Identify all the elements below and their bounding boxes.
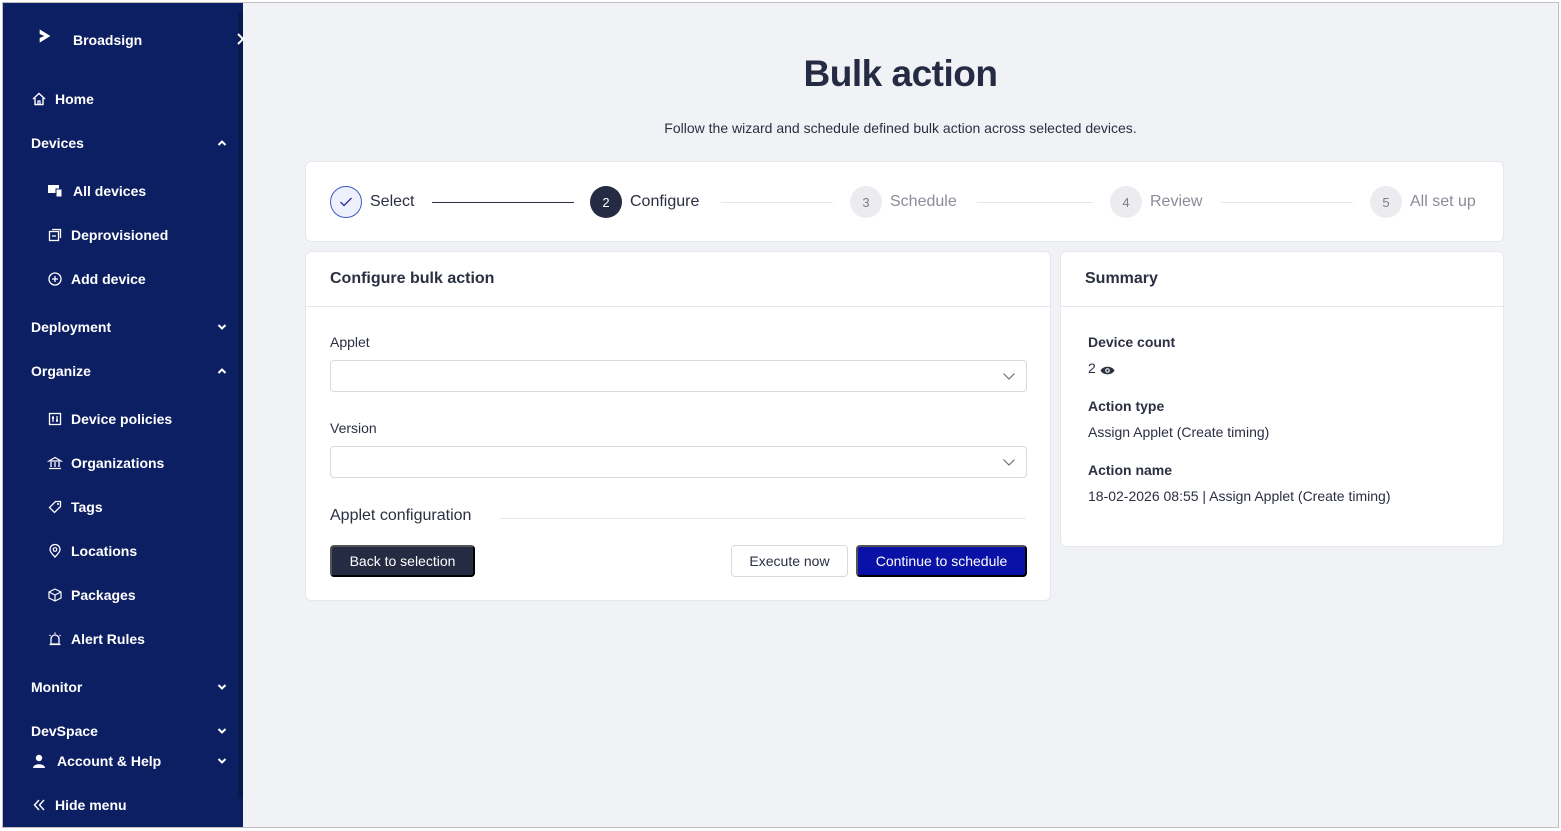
applet-label: Applet bbox=[330, 334, 370, 350]
app-window: Broadsign Home Devices All devices Depro… bbox=[2, 2, 1559, 828]
step-label: Schedule bbox=[890, 193, 957, 210]
applet-configuration-heading: Applet configuration bbox=[330, 507, 472, 524]
sidebar-item-label: Organizations bbox=[71, 455, 165, 471]
chevron-down-icon bbox=[217, 320, 227, 334]
alarm-icon bbox=[47, 631, 63, 647]
summary-card-title: Summary bbox=[1061, 252, 1503, 307]
step-number: 5 bbox=[1370, 186, 1402, 218]
applet-select[interactable] bbox=[330, 360, 1027, 392]
deprovisioned-icon bbox=[47, 227, 63, 243]
chevron-down-icon bbox=[1002, 369, 1016, 383]
chevron-down-icon bbox=[217, 680, 227, 694]
back-to-selection-button[interactable]: Back to selection bbox=[330, 545, 475, 577]
sidebar-group-account-help[interactable]: Account & Help bbox=[31, 751, 263, 771]
sidebar-group-label: DevSpace bbox=[31, 723, 98, 739]
sidebar-item-label: Packages bbox=[71, 587, 136, 603]
step-select[interactable]: Select bbox=[330, 186, 414, 218]
chevron-down-icon bbox=[217, 754, 227, 768]
page-title: Bulk action bbox=[803, 53, 998, 94]
step-connector bbox=[432, 202, 574, 203]
device-count-row: 2 bbox=[1088, 360, 1115, 376]
package-icon bbox=[47, 587, 63, 603]
action-type-value: Assign Applet (Create timing) bbox=[1088, 424, 1270, 440]
sidebar-group-deployment[interactable]: Deployment bbox=[31, 317, 263, 337]
step-configure[interactable]: 2 Configure bbox=[590, 186, 699, 218]
step-connector bbox=[1221, 202, 1353, 203]
sidebar-group-label: Monitor bbox=[31, 679, 83, 695]
action-name-value: 18-02-2026 08:55 | Assign Applet (Create… bbox=[1088, 488, 1391, 504]
step-number: 2 bbox=[590, 186, 622, 218]
execute-now-button[interactable]: Execute now bbox=[731, 545, 848, 577]
sidebar-item-label: Add device bbox=[71, 271, 146, 287]
step-all-set-up[interactable]: 5 All set up bbox=[1370, 186, 1476, 218]
chevron-down-icon bbox=[217, 724, 227, 738]
tag-icon bbox=[47, 499, 63, 515]
wizard-stepper: Select 2 Configure 3 Schedule 4 Review 5… bbox=[305, 161, 1504, 242]
chevron-up-icon bbox=[217, 364, 227, 378]
continue-to-schedule-button[interactable]: Continue to schedule bbox=[856, 545, 1027, 577]
sidebar-item-label: Alert Rules bbox=[71, 631, 145, 647]
sidebar-item-label: Deprovisioned bbox=[71, 227, 169, 243]
main-content: Bulk action Follow the wizard and schedu… bbox=[243, 3, 1558, 827]
device-count-label: Device count bbox=[1088, 334, 1176, 350]
summary-card: Summary Device count 2 Action type Assig… bbox=[1060, 251, 1504, 547]
step-connector bbox=[977, 202, 1093, 203]
step-number: 3 bbox=[850, 186, 882, 218]
sidebar-group-monitor[interactable]: Monitor bbox=[31, 677, 263, 697]
double-chevron-left-icon bbox=[31, 797, 47, 813]
sidebar-item-home[interactable]: Home bbox=[31, 89, 263, 109]
action-type-label: Action type bbox=[1088, 398, 1165, 414]
device-count-value: 2 bbox=[1088, 360, 1096, 376]
policy-icon bbox=[47, 411, 63, 427]
brand-name: Broadsign bbox=[73, 32, 143, 48]
step-label: Configure bbox=[630, 193, 700, 210]
step-label: All set up bbox=[1410, 193, 1476, 210]
building-icon bbox=[47, 455, 63, 471]
sidebar-item-label: Device policies bbox=[71, 411, 173, 427]
step-schedule[interactable]: 3 Schedule bbox=[850, 186, 957, 218]
chevron-up-icon bbox=[217, 136, 227, 150]
user-icon bbox=[31, 753, 47, 769]
sidebar-item-label: Locations bbox=[71, 543, 138, 559]
sidebar-group-devices[interactable]: Devices bbox=[31, 133, 263, 153]
sidebar-item-label: All devices bbox=[73, 183, 147, 199]
step-review[interactable]: 4 Review bbox=[1110, 186, 1202, 218]
location-pin-icon bbox=[47, 543, 63, 559]
brand-switcher[interactable]: Broadsign bbox=[37, 27, 269, 53]
action-name-label: Action name bbox=[1088, 462, 1173, 478]
devices-icon bbox=[47, 183, 63, 199]
sidebar-group-label: Deployment bbox=[31, 319, 112, 335]
sidebar-group-devspace[interactable]: DevSpace bbox=[31, 721, 263, 741]
hide-menu-button[interactable]: Hide menu bbox=[31, 795, 263, 815]
broadsign-logo-icon bbox=[37, 28, 59, 52]
plus-circle-icon bbox=[47, 271, 63, 287]
sidebar-item-label: Home bbox=[55, 91, 94, 107]
page-subtitle: Follow the wizard and schedule defined b… bbox=[664, 120, 1137, 136]
eye-icon[interactable] bbox=[1100, 363, 1115, 374]
configure-card-title: Configure bulk action bbox=[306, 252, 1050, 307]
sidebar-group-label: Organize bbox=[31, 363, 91, 379]
configure-card: Configure bulk action Applet Version App… bbox=[305, 251, 1051, 601]
sidebar-item-label: Tags bbox=[71, 499, 103, 515]
step-label: Select bbox=[370, 193, 415, 210]
step-number: 4 bbox=[1110, 186, 1142, 218]
section-divider bbox=[500, 518, 1026, 519]
step-connector bbox=[721, 202, 833, 203]
chevron-down-icon bbox=[1002, 455, 1016, 469]
step-label: Review bbox=[1150, 193, 1203, 210]
sidebar: Broadsign Home Devices All devices Depro… bbox=[3, 3, 245, 827]
sidebar-group-label: Account & Help bbox=[57, 753, 162, 769]
version-label: Version bbox=[330, 420, 377, 436]
sidebar-group-organize[interactable]: Organize bbox=[31, 361, 263, 381]
hide-menu-label: Hide menu bbox=[55, 797, 127, 813]
check-icon bbox=[330, 186, 362, 218]
home-icon bbox=[31, 91, 47, 107]
sidebar-group-label: Devices bbox=[31, 135, 84, 151]
version-select[interactable] bbox=[330, 446, 1027, 478]
